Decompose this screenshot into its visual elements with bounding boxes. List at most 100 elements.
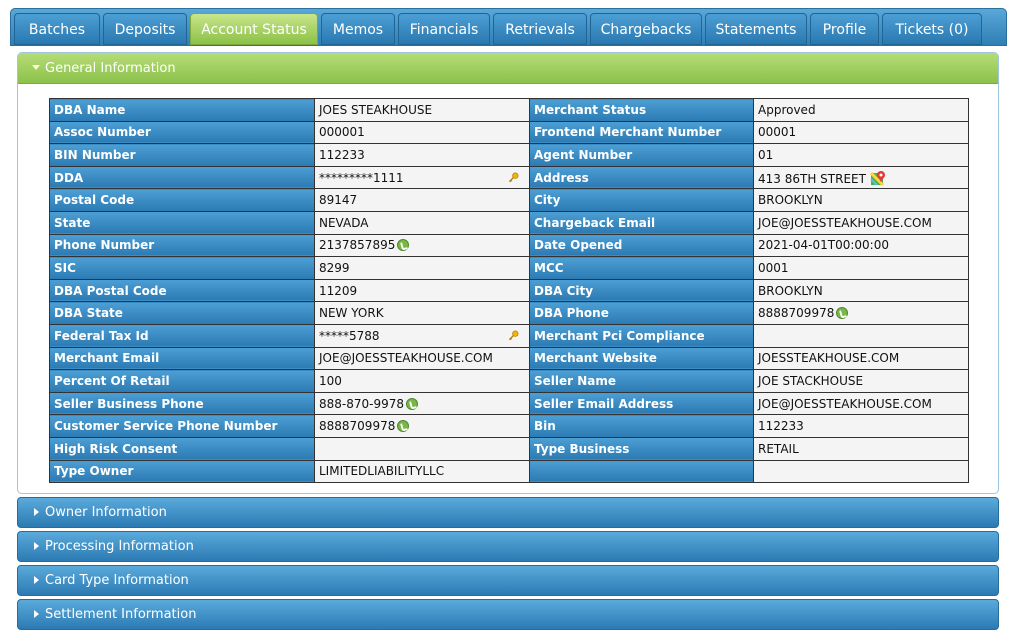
field-label-frontend-merchant-number: Frontend Merchant Number bbox=[529, 120, 754, 145]
table-row: State NEVADA Chargeback Email JOE@JOESSTEAK… bbox=[49, 210, 969, 235]
field-value-chargeback-email: JOE@JOESSTEAKHOUSE.COM bbox=[753, 210, 969, 235]
chevron-right-icon bbox=[34, 576, 39, 584]
field-value-text: 2137857895 bbox=[319, 238, 396, 253]
field-value-customer-service-phone-number: 8888709978 bbox=[314, 414, 530, 438]
field-value-merchant-email: JOE@JOESSTEAKHOUSE.COM bbox=[314, 346, 530, 371]
field-label-dba-postal-code: DBA Postal Code bbox=[49, 278, 315, 303]
tab-retrievals[interactable]: Retrievals bbox=[493, 13, 587, 45]
field-value-text: 112233 bbox=[758, 419, 804, 434]
map-pin-icon[interactable] bbox=[869, 170, 886, 186]
field-value-phone-number: 2137857895 bbox=[314, 233, 530, 258]
field-value-merchant-pci-compliance bbox=[753, 323, 969, 348]
field-value-seller-email-address: JOE@JOESSTEAKHOUSE.COM bbox=[753, 391, 969, 416]
field-value-text: JOE STACKHOUSE bbox=[758, 373, 864, 388]
table-row: DBA State NEW YORK DBA Phone 8888709978 bbox=[49, 301, 969, 325]
phone-icon[interactable] bbox=[397, 420, 410, 433]
field-label-percent-of-retail: Percent Of Retail bbox=[49, 369, 315, 393]
phone-icon[interactable] bbox=[397, 239, 410, 252]
field-value-city: BROOKLYN bbox=[753, 188, 969, 212]
field-value-percent-of-retail: 100 bbox=[314, 369, 530, 393]
field-value-bin: 112233 bbox=[753, 414, 969, 438]
field-value-type-owner: LIMITEDLIABILITYLLC bbox=[314, 459, 530, 484]
chevron-right-icon bbox=[34, 610, 39, 618]
tab-batches[interactable]: Batches bbox=[14, 13, 100, 45]
phone-icon[interactable] bbox=[406, 397, 419, 410]
section-processing-information[interactable]: Processing Information bbox=[17, 531, 999, 562]
field-value-text: 000001 bbox=[319, 125, 365, 140]
field-value-text: 413 86TH STREET bbox=[758, 171, 866, 186]
chevron-right-icon bbox=[34, 508, 39, 516]
field-value-bin-number: 112233 bbox=[314, 143, 530, 167]
field-label-bin: Bin bbox=[529, 414, 754, 438]
table-row: Customer Service Phone Number 8888709978 B… bbox=[49, 414, 969, 438]
table-row: Merchant Email JOE@JOESSTEAKHOUSE.COM Merc… bbox=[49, 346, 969, 371]
field-label-high-risk-consent: High Risk Consent bbox=[49, 436, 315, 461]
key-icon[interactable] bbox=[508, 172, 519, 183]
field-value-text: NEW YORK bbox=[319, 306, 384, 321]
field-value-text: 0001 bbox=[758, 260, 789, 275]
field-label-dba-state: DBA State bbox=[49, 301, 315, 325]
field-label-city: City bbox=[529, 188, 754, 212]
field-label-dba-phone: DBA Phone bbox=[529, 301, 754, 325]
table-row: DDA *********1111 Address 413 86TH STREET bbox=[49, 165, 969, 190]
field-value-frontend-merchant-number: 00001 bbox=[753, 120, 969, 145]
field-label-state: State bbox=[49, 210, 315, 235]
field-value-text: 100 bbox=[319, 373, 342, 388]
field-value-dba-postal-code: 11209 bbox=[314, 278, 530, 303]
field-value-type-business: RETAIL bbox=[753, 436, 969, 461]
field-value-text: RETAIL bbox=[758, 441, 799, 456]
field-value-agent-number: 01 bbox=[753, 143, 969, 167]
field-label-bin-number: BIN Number bbox=[49, 143, 315, 167]
field-label-merchant-website: Merchant Website bbox=[529, 346, 754, 371]
field-label-seller-name: Seller Name bbox=[529, 369, 754, 393]
chevron-down-icon bbox=[32, 65, 40, 70]
field-value-text: 89147 bbox=[319, 193, 358, 208]
field-value-text: *********1111 bbox=[319, 170, 404, 185]
table-row: Assoc Number 000001 Frontend Merchant Numb… bbox=[49, 120, 969, 145]
field-value-seller-business-phone: 888-870-9978 bbox=[314, 391, 530, 416]
field-label-dba-city: DBA City bbox=[529, 278, 754, 303]
field-label-date-opened: Date Opened bbox=[529, 233, 754, 258]
field-label-federal-tax-id: Federal Tax Id bbox=[49, 323, 315, 348]
field-value-text: 01 bbox=[758, 147, 774, 162]
tab-memos[interactable]: Memos bbox=[321, 13, 395, 45]
field-label-sic: SIC bbox=[49, 256, 315, 280]
table-row: Type Owner LIMITEDLIABILITYLLC bbox=[49, 459, 969, 484]
field-value-dba-state: NEW YORK bbox=[314, 301, 530, 325]
field-value-federal-tax-id: *****5788 bbox=[314, 323, 530, 348]
tab-profile[interactable]: Profile bbox=[810, 13, 879, 45]
field-label-agent-number: Agent Number bbox=[529, 143, 754, 167]
section-card-type-information[interactable]: Card Type Information bbox=[17, 565, 999, 596]
section-settlement-information[interactable]: Settlement Information bbox=[17, 599, 999, 630]
tab-financials[interactable]: Financials bbox=[398, 13, 490, 45]
key-icon[interactable] bbox=[508, 330, 519, 341]
field-value-dba-city: BROOKLYN bbox=[753, 278, 969, 303]
field-value-text: 888-870-9978 bbox=[319, 396, 405, 411]
field-label-postal-code: Postal Code bbox=[49, 188, 315, 212]
general-info-table: DBA Name JOES STEAKHOUSE Merchant Status Ap… bbox=[49, 98, 969, 484]
tab-deposits[interactable]: Deposits bbox=[103, 13, 187, 45]
section-title: Card Type Information bbox=[45, 573, 189, 588]
tab-tickets-0[interactable]: Tickets (0) bbox=[882, 13, 982, 45]
field-value-text: 2021-04-01T00:00:00 bbox=[758, 238, 889, 253]
section-owner-information[interactable]: Owner Information bbox=[17, 497, 999, 528]
field-value-text: JOESSTEAKHOUSE.COM bbox=[758, 351, 900, 366]
field-value-text: BROOKLYN bbox=[758, 283, 823, 298]
field-value-high-risk-consent bbox=[314, 436, 530, 461]
field-value-text: 8888709978 bbox=[319, 419, 396, 434]
field-value-seller-name: JOE STACKHOUSE bbox=[753, 369, 969, 393]
field-value-text: JOES STEAKHOUSE bbox=[319, 102, 433, 117]
phone-icon[interactable] bbox=[836, 307, 849, 320]
field-value-text: LIMITEDLIABILITYLLC bbox=[319, 464, 445, 479]
tab-chargebacks[interactable]: Chargebacks bbox=[590, 13, 702, 45]
field-value-text: BROOKLYN bbox=[758, 193, 823, 208]
general-information-header[interactable]: General Information bbox=[18, 53, 998, 84]
field-label-merchant-pci-compliance: Merchant Pci Compliance bbox=[529, 323, 754, 348]
field-value-text: 112233 bbox=[319, 147, 365, 162]
tab-account-status[interactable]: Account Status bbox=[190, 13, 318, 45]
field-value-text: 00001 bbox=[758, 125, 797, 140]
field-value-postal-code: 89147 bbox=[314, 188, 530, 212]
field-value-text: NEVADA bbox=[319, 215, 369, 230]
tab-statements[interactable]: Statements bbox=[705, 13, 807, 45]
field-label-seller-email-address: Seller Email Address bbox=[529, 391, 754, 416]
